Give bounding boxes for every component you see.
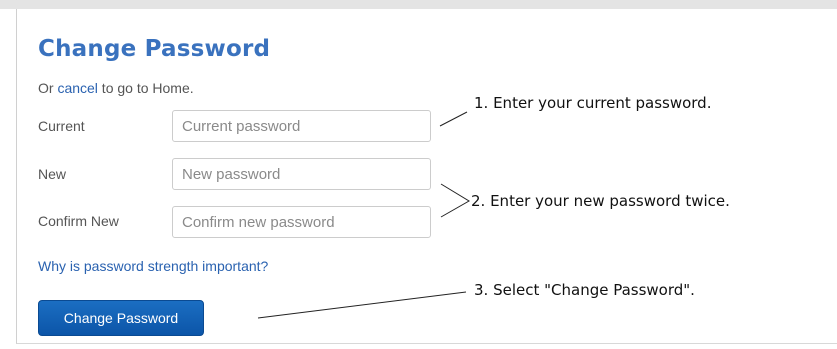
annotation-lines [257,111,470,319]
annotation-step-1: 1. Enter your current password. [474,94,712,112]
annotation-line-3 [257,291,467,319]
annotation-step-2: 2. Enter your new password twice. [471,192,730,210]
annotation-step-3: 3. Select "Change Password". [474,281,695,299]
annotation-bracket-2 [440,183,470,218]
annotation-line-1 [439,111,468,127]
